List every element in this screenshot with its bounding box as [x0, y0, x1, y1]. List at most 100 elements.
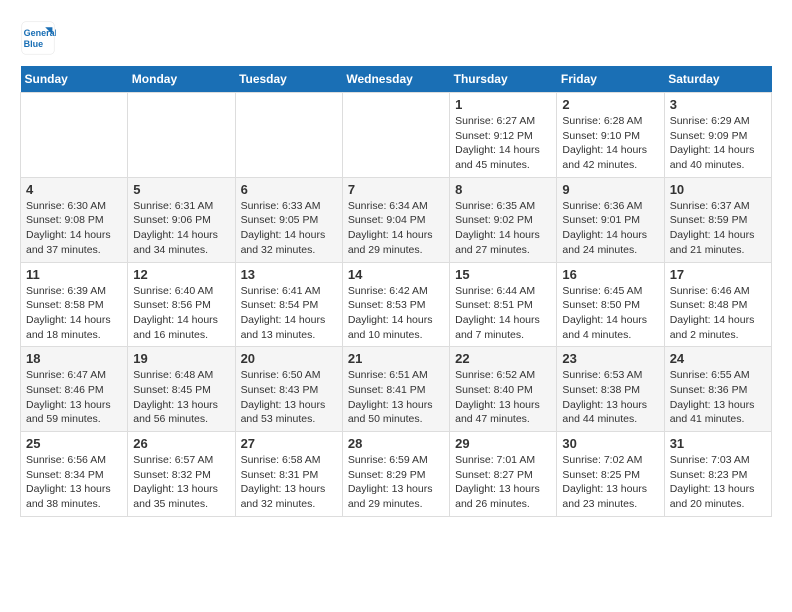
calendar-cell: 30 Sunrise: 7:02 AMSunset: 8:25 PMDayligh…	[557, 432, 664, 517]
calendar-cell	[21, 93, 128, 178]
calendar-cell: 4Sunrise: 6:30 AMSunset: 9:08 PMDaylight…	[21, 177, 128, 262]
day-number: 10	[670, 182, 766, 197]
day-info: Sunrise: 6:30 AMSunset: 9:08 PMDaylight:…	[26, 199, 122, 258]
day-number: 15	[455, 267, 551, 282]
day-info: Sunrise: 6:29 AMSunset: 9:09 PMDaylight:…	[670, 114, 766, 173]
day-info: Sunrise: 6:39 AMSunset: 8:58 PMDaylight:…	[26, 284, 122, 343]
calendar-cell: 9 Sunrise: 6:36 AMSunset: 9:01 PMDaylight…	[557, 177, 664, 262]
day-info: Sunrise: 6:48 AMSunset: 8:45 PMDaylight:…	[133, 368, 229, 427]
day-info: Sunrise: 6:42 AMSunset: 8:53 PMDaylight:…	[348, 284, 444, 343]
day-info: Sunrise: 6:53 AMSunset: 8:38 PMDaylight:…	[562, 368, 658, 427]
header-cell-tuesday: Tuesday	[235, 66, 342, 93]
header-cell-friday: Friday	[557, 66, 664, 93]
header-cell-thursday: Thursday	[450, 66, 557, 93]
calendar-cell: 18 Sunrise: 6:47 AMSunset: 8:46 PMDayligh…	[21, 347, 128, 432]
day-info: Sunrise: 6:45 AMSunset: 8:50 PMDaylight:…	[562, 284, 658, 343]
day-number: 8	[455, 182, 551, 197]
calendar-cell: 22 Sunrise: 6:52 AMSunset: 8:40 PMDayligh…	[450, 347, 557, 432]
header-cell-sunday: Sunday	[21, 66, 128, 93]
calendar-cell: 3 Sunrise: 6:29 AMSunset: 9:09 PMDaylight…	[664, 93, 771, 178]
day-number: 9	[562, 182, 658, 197]
day-info: Sunrise: 6:34 AMSunset: 9:04 PMDaylight:…	[348, 199, 444, 258]
day-info: Sunrise: 6:55 AMSunset: 8:36 PMDaylight:…	[670, 368, 766, 427]
day-info: Sunrise: 6:33 AMSunset: 9:05 PMDaylight:…	[241, 199, 337, 258]
day-info: Sunrise: 6:46 AMSunset: 8:48 PMDaylight:…	[670, 284, 766, 343]
day-number: 24	[670, 351, 766, 366]
calendar-cell: 15Sunrise: 6:44 AMSunset: 8:51 PMDayligh…	[450, 262, 557, 347]
calendar-cell: 29Sunrise: 7:01 AMSunset: 8:27 PMDayligh…	[450, 432, 557, 517]
calendar-cell	[128, 93, 235, 178]
day-info: Sunrise: 6:58 AMSunset: 8:31 PMDaylight:…	[241, 453, 337, 512]
calendar-header: SundayMondayTuesdayWednesdayThursdayFrid…	[21, 66, 772, 93]
calendar-cell: 7 Sunrise: 6:34 AMSunset: 9:04 PMDaylight…	[342, 177, 449, 262]
day-info: Sunrise: 6:40 AMSunset: 8:56 PMDaylight:…	[133, 284, 229, 343]
day-number: 20	[241, 351, 337, 366]
day-info: Sunrise: 7:03 AMSunset: 8:23 PMDaylight:…	[670, 453, 766, 512]
day-info: Sunrise: 6:37 AMSunset: 8:59 PMDaylight:…	[670, 199, 766, 258]
week-row-4: 25 Sunrise: 6:56 AMSunset: 8:34 PMDayligh…	[21, 432, 772, 517]
week-row-3: 18 Sunrise: 6:47 AMSunset: 8:46 PMDayligh…	[21, 347, 772, 432]
day-number: 22	[455, 351, 551, 366]
calendar-cell: 20 Sunrise: 6:50 AMSunset: 8:43 PMDayligh…	[235, 347, 342, 432]
calendar-cell: 14Sunrise: 6:42 AMSunset: 8:53 PMDayligh…	[342, 262, 449, 347]
day-info: Sunrise: 6:35 AMSunset: 9:02 PMDaylight:…	[455, 199, 551, 258]
day-number: 5	[133, 182, 229, 197]
calendar-cell: 2Sunrise: 6:28 AMSunset: 9:10 PMDaylight…	[557, 93, 664, 178]
header-cell-saturday: Saturday	[664, 66, 771, 93]
calendar-cell	[342, 93, 449, 178]
calendar-cell: 19 Sunrise: 6:48 AMSunset: 8:45 PMDayligh…	[128, 347, 235, 432]
calendar-cell: 26Sunrise: 6:57 AMSunset: 8:32 PMDayligh…	[128, 432, 235, 517]
day-number: 27	[241, 436, 337, 451]
day-number: 26	[133, 436, 229, 451]
day-info: Sunrise: 6:51 AMSunset: 8:41 PMDaylight:…	[348, 368, 444, 427]
day-info: Sunrise: 6:52 AMSunset: 8:40 PMDaylight:…	[455, 368, 551, 427]
day-number: 29	[455, 436, 551, 451]
calendar-cell: 6Sunrise: 6:33 AMSunset: 9:05 PMDaylight…	[235, 177, 342, 262]
day-info: Sunrise: 6:41 AMSunset: 8:54 PMDaylight:…	[241, 284, 337, 343]
week-row-0: 1 Sunrise: 6:27 AMSunset: 9:12 PMDaylight…	[21, 93, 772, 178]
day-number: 19	[133, 351, 229, 366]
logo-icon: General Blue	[20, 20, 56, 56]
calendar-cell: 24 Sunrise: 6:55 AMSunset: 8:36 PMDayligh…	[664, 347, 771, 432]
day-number: 23	[562, 351, 658, 366]
calendar-cell	[235, 93, 342, 178]
calendar-cell: 17 Sunrise: 6:46 AMSunset: 8:48 PMDayligh…	[664, 262, 771, 347]
day-number: 30	[562, 436, 658, 451]
calendar-cell: 5 Sunrise: 6:31 AMSunset: 9:06 PMDaylight…	[128, 177, 235, 262]
day-info: Sunrise: 6:31 AMSunset: 9:06 PMDaylight:…	[133, 199, 229, 258]
calendar-cell: 21 Sunrise: 6:51 AMSunset: 8:41 PMDayligh…	[342, 347, 449, 432]
day-info: Sunrise: 6:50 AMSunset: 8:43 PMDaylight:…	[241, 368, 337, 427]
logo: General Blue	[20, 20, 62, 56]
calendar-cell: 31Sunrise: 7:03 AMSunset: 8:23 PMDayligh…	[664, 432, 771, 517]
calendar-cell: 8 Sunrise: 6:35 AMSunset: 9:02 PMDaylight…	[450, 177, 557, 262]
calendar-cell: 23 Sunrise: 6:53 AMSunset: 8:38 PMDayligh…	[557, 347, 664, 432]
calendar-cell: 10 Sunrise: 6:37 AMSunset: 8:59 PMDayligh…	[664, 177, 771, 262]
calendar-cell: 27 Sunrise: 6:58 AMSunset: 8:31 PMDayligh…	[235, 432, 342, 517]
day-number: 17	[670, 267, 766, 282]
week-row-1: 4Sunrise: 6:30 AMSunset: 9:08 PMDaylight…	[21, 177, 772, 262]
day-info: Sunrise: 6:27 AMSunset: 9:12 PMDaylight:…	[455, 114, 551, 173]
header-row: SundayMondayTuesdayWednesdayThursdayFrid…	[21, 66, 772, 93]
day-info: Sunrise: 6:47 AMSunset: 8:46 PMDaylight:…	[26, 368, 122, 427]
header-cell-wednesday: Wednesday	[342, 66, 449, 93]
calendar-table: SundayMondayTuesdayWednesdayThursdayFrid…	[20, 66, 772, 517]
day-number: 18	[26, 351, 122, 366]
day-info: Sunrise: 7:02 AMSunset: 8:25 PMDaylight:…	[562, 453, 658, 512]
svg-text:Blue: Blue	[24, 39, 44, 49]
day-number: 7	[348, 182, 444, 197]
day-number: 28	[348, 436, 444, 451]
day-info: Sunrise: 6:59 AMSunset: 8:29 PMDaylight:…	[348, 453, 444, 512]
day-number: 3	[670, 97, 766, 112]
calendar-cell: 25 Sunrise: 6:56 AMSunset: 8:34 PMDayligh…	[21, 432, 128, 517]
calendar-cell: 28 Sunrise: 6:59 AMSunset: 8:29 PMDayligh…	[342, 432, 449, 517]
day-number: 1	[455, 97, 551, 112]
day-number: 11	[26, 267, 122, 282]
day-number: 21	[348, 351, 444, 366]
day-number: 25	[26, 436, 122, 451]
calendar-body: 1 Sunrise: 6:27 AMSunset: 9:12 PMDaylight…	[21, 93, 772, 517]
day-info: Sunrise: 6:36 AMSunset: 9:01 PMDaylight:…	[562, 199, 658, 258]
day-number: 13	[241, 267, 337, 282]
day-info: Sunrise: 6:56 AMSunset: 8:34 PMDaylight:…	[26, 453, 122, 512]
day-info: Sunrise: 6:28 AMSunset: 9:10 PMDaylight:…	[562, 114, 658, 173]
day-number: 12	[133, 267, 229, 282]
